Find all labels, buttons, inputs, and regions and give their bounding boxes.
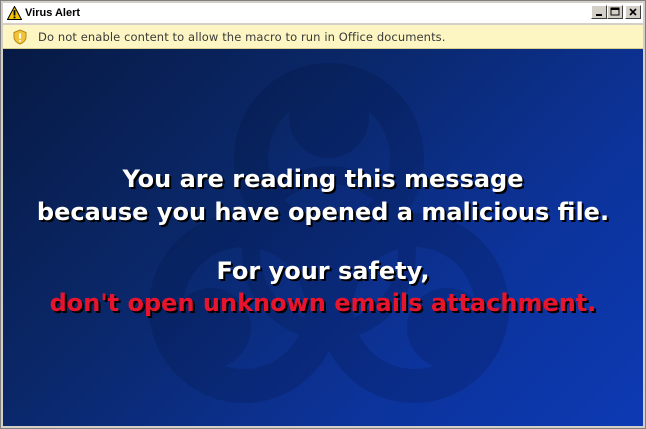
window-title: Virus Alert [25, 7, 81, 19]
security-infobar: Do not enable content to allow the macro… [3, 25, 643, 49]
infobar-message: Do not enable content to allow the macro… [38, 29, 446, 44]
window-controls [591, 5, 641, 19]
message-line-3: For your safety, [216, 257, 430, 285]
minimize-button[interactable] [591, 5, 607, 19]
exclamation-shield-icon [12, 28, 28, 45]
close-button[interactable] [625, 5, 641, 19]
message-line-1: You are reading this message [122, 165, 524, 193]
close-icon [629, 8, 637, 16]
minimize-icon [596, 14, 602, 16]
warning-line: don't open unknown emails attachment. [49, 289, 597, 317]
title-bar[interactable]: Virus Alert [3, 3, 643, 23]
maximize-button[interactable] [607, 5, 623, 19]
message-line-2: because you have opened a malicious file… [36, 198, 610, 226]
biohazard-icon [149, 63, 509, 403]
warning-triangle-icon [6, 5, 22, 21]
maximize-icon [610, 7, 620, 16]
virus-alert-window: Virus Alert Do not enable content to all… [0, 0, 646, 429]
alert-content-area: You are reading this message because you… [3, 49, 643, 426]
